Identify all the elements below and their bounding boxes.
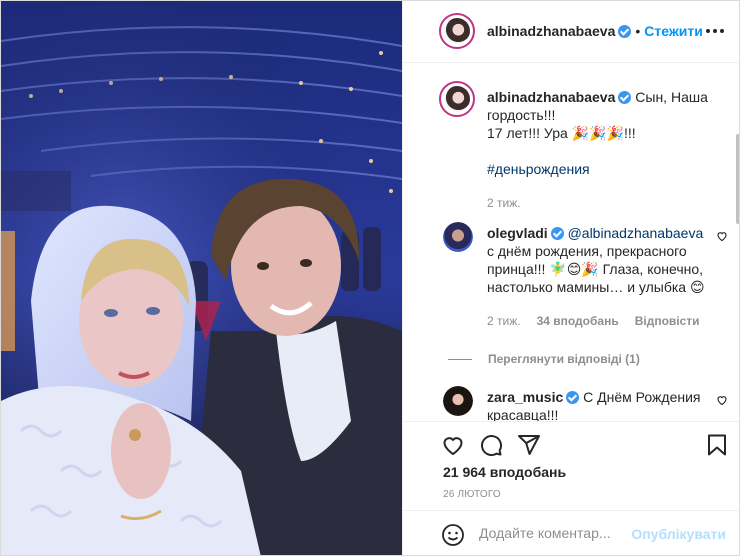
header-separator: • <box>635 23 641 39</box>
caption-author-avatar[interactable] <box>439 81 475 117</box>
post-photo[interactable] <box>1 1 402 555</box>
comment-meta: 2 тиж. 34 вподобань Відповісти <box>487 312 709 330</box>
caption-verified-badge-icon <box>618 91 632 104</box>
comment-mention[interactable]: @albinadzhanabaeva <box>568 225 704 241</box>
caption-username[interactable]: albinadzhanabaeva <box>487 89 615 105</box>
comment-verified-badge-icon-2 <box>566 391 580 404</box>
likes-count[interactable]: 21 964 вподобань <box>443 464 566 480</box>
comment-olegvladi: olegvladi @albinadzhanabaeva с днём рожд… <box>487 224 709 330</box>
comment-username[interactable]: olegvladi <box>487 225 548 241</box>
comment-like-heart-icon[interactable] <box>716 230 728 242</box>
post-modal: albinadzhanabaeva • Стежити albinadzhanaba… <box>0 0 740 556</box>
author-avatar[interactable] <box>439 13 475 49</box>
reply-button[interactable]: Відповісти <box>635 314 700 328</box>
comment-verified-badge-icon <box>550 227 564 240</box>
add-comment-bar: Опублікувати <box>403 510 739 555</box>
view-replies-button[interactable]: Переглянути відповіді (1) <box>488 352 640 366</box>
comment-icon[interactable] <box>479 433 503 457</box>
post-caption: albinadzhanabaeva Сын, Наша гордость!!! … <box>487 88 709 212</box>
selfie-photo <box>1 1 402 555</box>
share-icon[interactable] <box>517 433 541 457</box>
comments-scroll-area[interactable]: albinadzhanabaeva Сын, Наша гордость!!! … <box>403 64 739 422</box>
comment-username-2[interactable]: zara_music <box>487 389 563 405</box>
post-header: albinadzhanabaeva • Стежити <box>403 1 739 63</box>
header-username-row: albinadzhanabaeva • Стежити <box>487 23 703 41</box>
post-actions-bar <box>403 423 739 467</box>
caption-line-2: гордость!!! <box>487 107 556 123</box>
zara-music-avatar[interactable] <box>443 386 473 416</box>
follow-button[interactable]: Стежити <box>644 23 703 39</box>
comment-zara-music: zara_music С Днём Рождения красавца!!! <box>487 388 709 421</box>
olegvladi-avatar[interactable] <box>443 222 473 252</box>
more-options-icon[interactable] <box>706 23 726 39</box>
comment-likes[interactable]: 34 вподобань <box>537 314 619 328</box>
caption-line-1: Сын, Наша <box>635 89 708 105</box>
comment-time: 2 тиж. <box>487 314 521 328</box>
comments-scrollbar[interactable] <box>736 134 739 224</box>
post-details-panel: albinadzhanabaeva • Стежити albinadzhanaba… <box>402 1 739 555</box>
caption-hashtag[interactable]: #деньрождения <box>487 160 709 178</box>
bookmark-icon[interactable] <box>705 433 729 457</box>
comment-text: с днём рождения, прекрасного принца!!! 🧚… <box>487 243 705 295</box>
caption-time: 2 тиж. <box>487 196 521 210</box>
post-comment-button[interactable]: Опублікувати <box>631 526 726 542</box>
post-date: 26 ЛЮТОГО <box>443 489 501 500</box>
emoji-icon[interactable] <box>441 523 465 547</box>
header-username[interactable]: albinadzhanabaeva <box>487 23 615 39</box>
comment-like-heart-icon-2[interactable] <box>716 394 728 406</box>
caption-line-3: 17 лет!!! Ура 🎉🎉🎉!!! <box>487 125 636 141</box>
heart-icon[interactable] <box>441 433 465 457</box>
verified-badge-icon <box>618 25 632 38</box>
